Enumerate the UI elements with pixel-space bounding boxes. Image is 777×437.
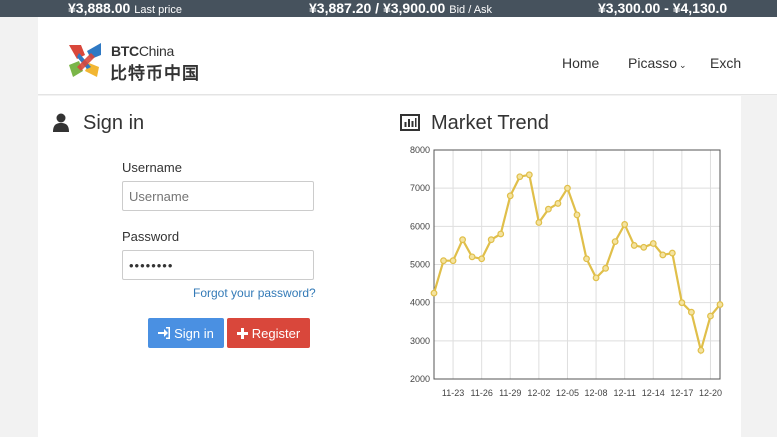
data-point <box>592 274 600 282</box>
sign-in-icon <box>158 327 171 339</box>
x-tick-label: 12-11 <box>613 388 635 398</box>
y-tick-label: 3000 <box>410 336 430 346</box>
password-label: Password <box>122 229 180 244</box>
last-price-value: ¥3,888.00 <box>68 0 131 16</box>
data-point <box>621 221 629 228</box>
user-icon <box>53 113 69 132</box>
data-point <box>497 230 505 238</box>
y-tick-label: 4000 <box>410 298 430 308</box>
data-point <box>564 184 571 192</box>
y-tick-label: 8000 <box>410 145 430 155</box>
data-point <box>630 242 638 249</box>
data-point <box>487 236 495 244</box>
data-point <box>668 249 676 257</box>
data-point <box>583 255 590 263</box>
username-input[interactable] <box>122 181 314 211</box>
y-tick-label: 6000 <box>410 221 430 231</box>
password-input[interactable] <box>122 250 314 280</box>
data-point <box>554 200 562 207</box>
x-tick-label: 12-14 <box>642 388 665 398</box>
nav-exchange-link[interactable]: Exch <box>710 55 741 71</box>
market-trend-title: Market Trend <box>431 112 549 134</box>
data-point <box>525 171 533 179</box>
x-tick-label: 11-26 <box>470 388 492 398</box>
bar-chart-icon <box>400 114 420 131</box>
data-point <box>478 255 486 263</box>
range-value: ¥3,300.00 - ¥4,130.0 <box>598 0 728 16</box>
market-trend-chart: 8000 7000 6000 5000 4000 3000 2000 11-23 11-26 11… <box>410 145 724 398</box>
x-tick-label: 12-08 <box>585 388 608 398</box>
y-tick-label: 2000 <box>410 374 430 384</box>
data-point <box>440 257 447 265</box>
brand-name-thin: China <box>138 43 174 59</box>
data-point <box>611 238 619 245</box>
username-label: Username <box>122 160 182 175</box>
data-point <box>649 240 657 247</box>
data-point <box>688 308 695 316</box>
x-tick-label: 12-02 <box>527 388 550 398</box>
data-point <box>459 236 466 244</box>
data-point <box>602 264 610 272</box>
x-tick-label: 12-05 <box>556 388 579 398</box>
y-tick-label: 7000 <box>410 183 430 193</box>
forgot-password-link[interactable]: Forgot your password? <box>193 286 316 300</box>
data-point <box>573 211 581 219</box>
nav-home-link[interactable]: Home <box>562 55 599 71</box>
ticker-range: ¥3,300.00 - ¥4,130.0 <box>598 0 727 17</box>
data-point <box>506 192 514 200</box>
nav-picasso-label: Picasso <box>628 55 678 71</box>
x-tick-label: 12-17 <box>670 388 693 398</box>
data-point <box>430 289 438 297</box>
plus-icon <box>236 327 248 339</box>
ticker-bid-ask: ¥3,887.20 / ¥3,900.00 Bid / Ask <box>309 0 492 17</box>
data-point <box>697 346 705 354</box>
brand-name: BTCChina <box>111 43 174 59</box>
register-button[interactable]: Register <box>227 318 310 348</box>
ticker-last-price: ¥3,888.00 Last price <box>68 0 182 17</box>
register-button-label: Register <box>251 325 301 341</box>
data-point <box>678 299 686 307</box>
nav-picasso-dropdown[interactable]: Picasso ⌄ <box>628 55 687 71</box>
brand-name-cn: 比特币中国 <box>110 64 200 83</box>
btcchina-logo-icon[interactable] <box>67 41 103 79</box>
data-point <box>659 251 667 259</box>
x-tick-label: 12-20 <box>699 388 722 398</box>
brand-name-bold: BTC <box>111 43 139 59</box>
last-price-label: Last price <box>134 4 182 16</box>
data-point <box>707 312 714 320</box>
data-point <box>544 205 552 213</box>
data-point <box>468 253 476 261</box>
x-tick-label: 11-29 <box>499 388 521 398</box>
navbar: BTCChina 比特币中国 Home Picasso ⌄ Exch <box>38 17 777 95</box>
data-point <box>449 257 457 265</box>
chevron-down-icon: ⌄ <box>679 60 687 70</box>
data-point <box>640 243 648 251</box>
signin-button-label: Sign in <box>174 325 214 341</box>
y-tick-label: 5000 <box>410 260 430 270</box>
data-point <box>535 219 543 226</box>
x-tick-label: 11-23 <box>442 388 464 398</box>
bid-ask-label: Bid / Ask <box>449 4 493 16</box>
signin-button[interactable]: Sign in <box>148 318 224 348</box>
bid-ask-value: ¥3,887.20 / ¥3,900.00 <box>309 0 446 16</box>
data-point <box>516 173 524 181</box>
ticker-bar: ¥3,888.00 Last price ¥3,887.20 / ¥3,900.0… <box>0 0 777 17</box>
signin-title: Sign in <box>83 112 145 134</box>
data-point <box>716 301 724 308</box>
